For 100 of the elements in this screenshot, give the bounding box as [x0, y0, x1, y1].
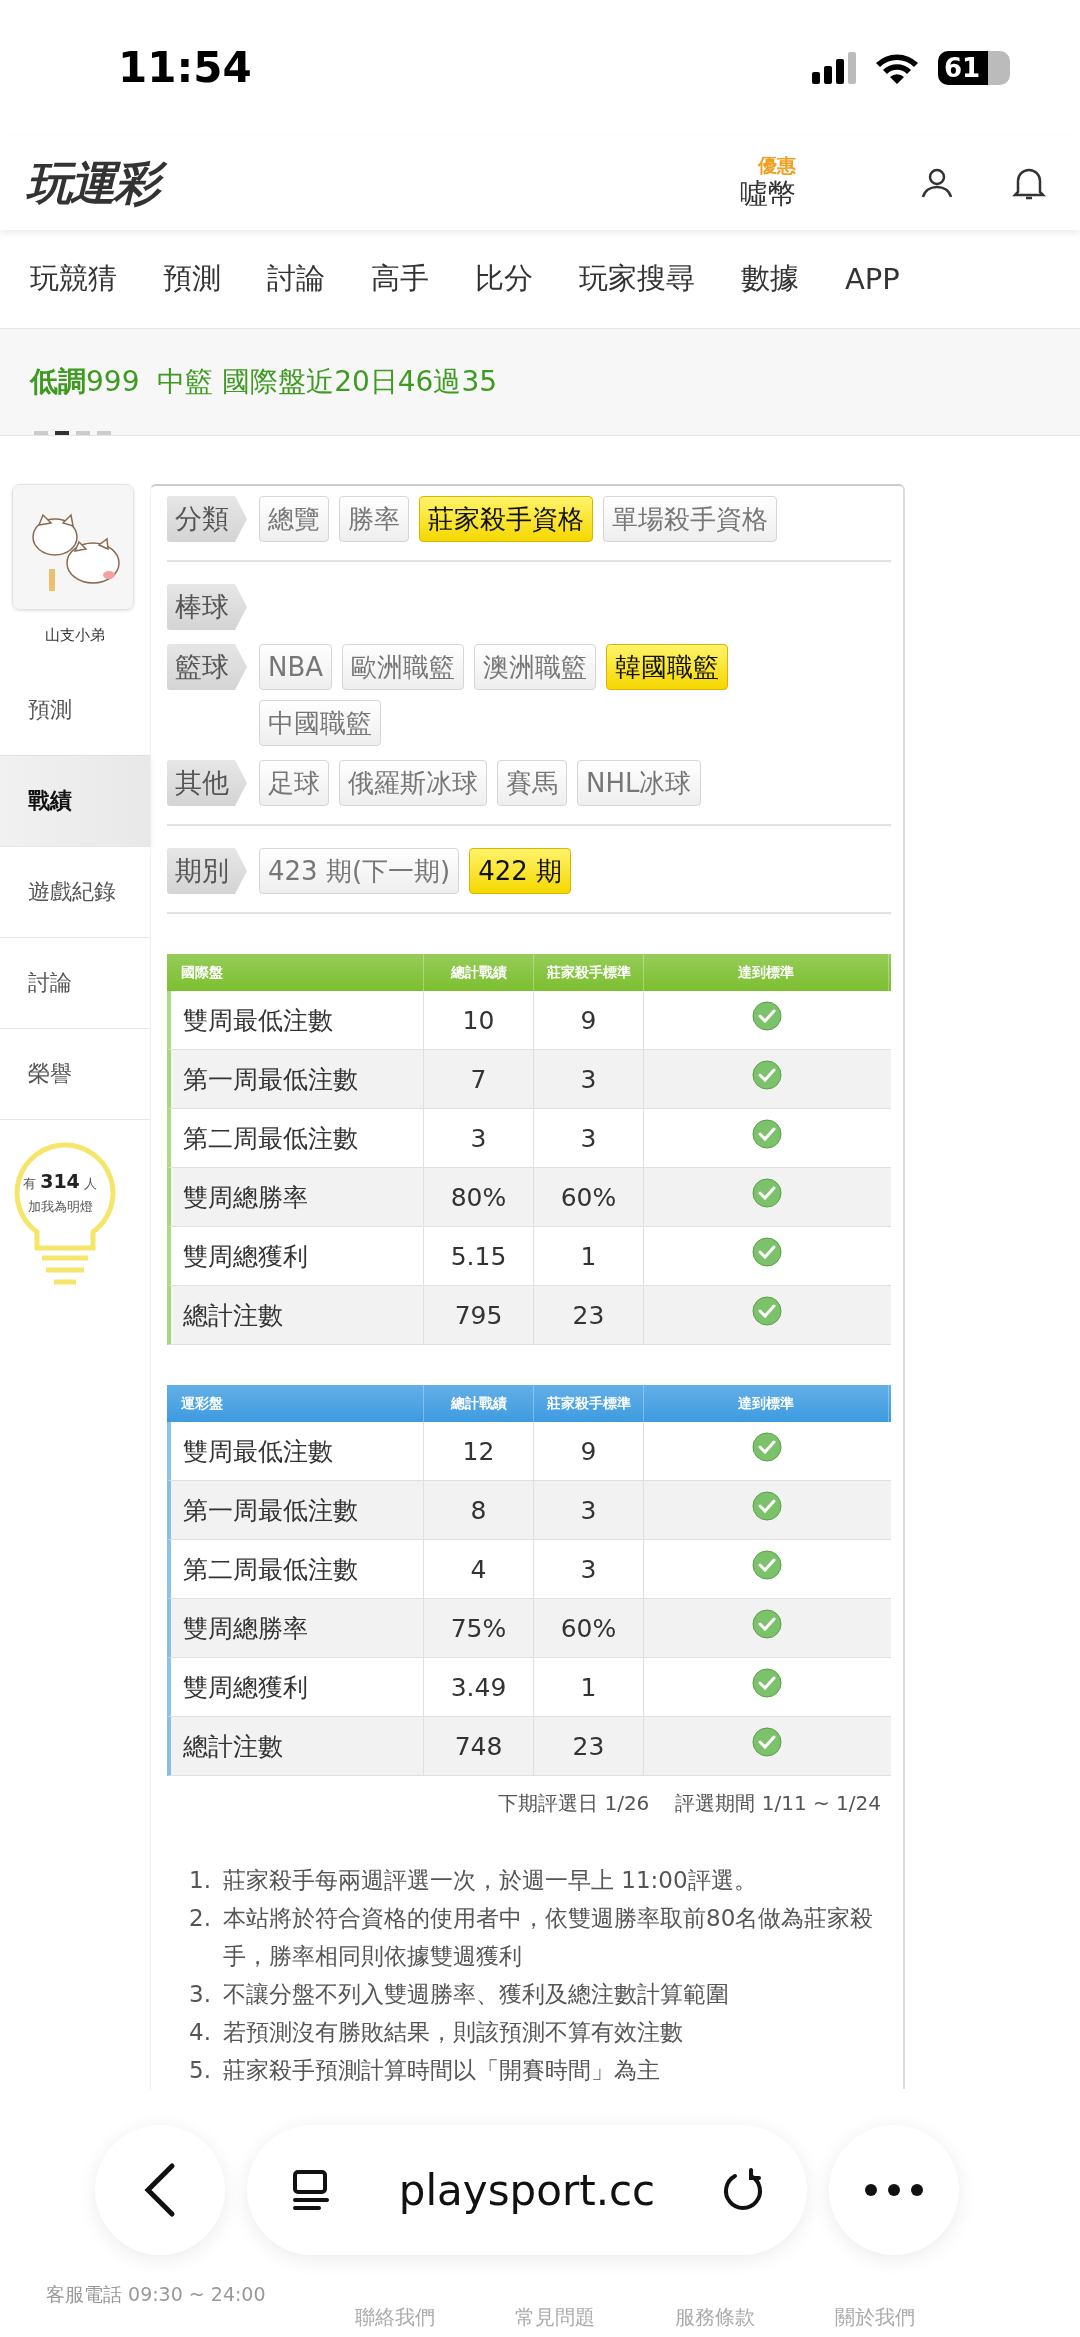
table-cell: 60%: [534, 1599, 644, 1657]
rule-number: 5.: [188, 2056, 211, 2085]
table-cell: 9: [534, 991, 644, 1049]
filter-chip[interactable]: 足球: [259, 760, 329, 806]
rule-text: 莊家殺手每兩週評選一次，於週一早上 11:00評選。: [223, 1866, 757, 1895]
table-cell: 第一周最低注數: [171, 1481, 424, 1539]
period-note: 評選期間 1/11 ~ 1/24: [675, 1790, 881, 1817]
reload-icon[interactable]: [721, 2168, 765, 2212]
filter-chip[interactable]: NBA: [259, 644, 333, 690]
nav-link[interactable]: 玩家搜尋: [579, 259, 695, 299]
filter-label: 棒球: [167, 584, 247, 630]
nav-link[interactable]: 數據: [741, 259, 799, 299]
url-text[interactable]: playsport.cc: [398, 2165, 656, 2215]
table-cell: 4: [424, 1540, 534, 1598]
username: 山支小弟: [44, 626, 106, 645]
filter-chip[interactable]: 422 期: [469, 848, 572, 894]
filter-chip[interactable]: 韓國職籃: [606, 644, 729, 690]
nav-link[interactable]: 玩競猜: [30, 259, 117, 299]
nav-link[interactable]: 討論: [267, 259, 325, 299]
rule-text: 本站將於符合資格的使用者中，依雙週勝率取前80名做為莊家殺手，勝率相同則依據雙週獲利: [223, 1904, 875, 1971]
filter-chip[interactable]: 賽馬: [497, 760, 567, 806]
nav-link[interactable]: 比分: [475, 259, 533, 299]
table-cell: 795: [424, 1286, 534, 1344]
filter-label: 期別: [167, 848, 247, 894]
table-cell: 總計注數: [171, 1717, 424, 1775]
rule-number: 4.: [188, 2018, 211, 2047]
check-icon: [751, 1727, 782, 1757]
rule-text: 若預測沒有勝敗結果，則該預測不算有效注數: [223, 2018, 683, 2047]
sidebar-tab[interactable]: 戰績: [0, 756, 150, 847]
table-cell: 雙周總勝率: [171, 1599, 424, 1657]
table-cell: 8: [424, 1481, 534, 1539]
filter-label: 其他: [167, 760, 247, 806]
table-cell: 748: [424, 1717, 534, 1775]
table-cell: 雙周總獲利: [171, 1227, 424, 1285]
nav-link[interactable]: APP: [845, 262, 900, 296]
address-bar[interactable]: playsport.cc: [247, 2125, 807, 2255]
table-cell: 1: [534, 1227, 644, 1285]
check-icon: [751, 1060, 782, 1090]
period-note: 下期評選日 1/26: [498, 1790, 650, 1817]
nav-link[interactable]: 預測: [163, 259, 221, 299]
table-cell: 第二周最低注數: [171, 1540, 424, 1598]
rule-number: 2.: [188, 1904, 211, 1933]
filter-chip[interactable]: 勝率: [339, 496, 409, 542]
table-cell: 80%: [424, 1168, 534, 1226]
signal-icon: [812, 51, 856, 84]
table-cell: 5.15: [424, 1227, 534, 1285]
check-icon: [751, 1296, 782, 1326]
filter-chip[interactable]: 單場殺手資格: [603, 496, 777, 542]
check-icon: [751, 1491, 782, 1521]
check-icon: [751, 1237, 782, 1267]
rule-number: 3.: [188, 1980, 211, 2009]
filter-chip[interactable]: 澳洲職籃: [474, 644, 597, 690]
filter-chip[interactable]: 俄羅斯冰球: [339, 760, 487, 806]
table-cell: 12: [424, 1422, 534, 1480]
nav-link[interactable]: 高手: [371, 259, 429, 299]
table-cell: 7: [424, 1050, 534, 1108]
rule-text: 莊家殺手預測計算時間以「開賽時間」為主: [223, 2056, 660, 2085]
table-cell: 23: [534, 1286, 644, 1344]
table-cell: 3: [534, 1109, 644, 1167]
table-cell: 3: [534, 1050, 644, 1108]
check-icon: [751, 1178, 782, 1208]
table-cell: 1: [534, 1658, 644, 1716]
filter-chip[interactable]: 423 期(下一期): [259, 848, 460, 894]
check-icon: [751, 1119, 782, 1149]
more-icon[interactable]: [864, 2183, 924, 2197]
table-cell: 3: [534, 1540, 644, 1598]
filter-chip[interactable]: 莊家殺手資格: [419, 496, 593, 542]
table-cell: 雙周總勝率: [171, 1168, 424, 1226]
filter-chip[interactable]: 歐洲職籃: [342, 644, 465, 690]
check-icon: [751, 1668, 782, 1698]
filter-chip[interactable]: 總覽: [259, 496, 329, 542]
fans-caption[interactable]: 加我為明燈: [10, 1198, 110, 1216]
check-icon: [751, 1432, 782, 1462]
table-cell: 雙周總獲利: [171, 1658, 424, 1716]
rule-number: 1.: [188, 1866, 211, 1895]
table-cell: 雙周最低注數: [171, 991, 424, 1049]
check-icon: [751, 1609, 782, 1639]
table-cell: 3: [424, 1109, 534, 1167]
filter-label: 籃球: [167, 644, 247, 690]
check-icon: [751, 1001, 782, 1031]
fans-count-text: 有 314 人: [22, 1170, 98, 1193]
filter-chip[interactable]: NHL冰球: [577, 760, 701, 806]
rule-text: 不讓分盤不列入雙週勝率、獲利及總注數計算範圍: [223, 1980, 729, 2009]
table-cell: 75%: [424, 1599, 534, 1657]
table-cell: 雙周最低注數: [171, 1422, 424, 1480]
check-icon: [751, 1550, 782, 1580]
service-hours: 客服電話 09:30 ~ 24:00: [46, 2282, 266, 2307]
table-cell: 9: [534, 1422, 644, 1480]
table-cell: 第二周最低注數: [171, 1109, 424, 1167]
table-cell: 10: [424, 991, 534, 1049]
table-cell: 60%: [534, 1168, 644, 1226]
table-cell: 3: [534, 1481, 644, 1539]
filter-chip[interactable]: 中國職籃: [259, 700, 381, 746]
table-cell: 3.49: [424, 1658, 534, 1716]
status-time: 11:54: [118, 43, 252, 92]
site-logo[interactable]: 玩運彩: [24, 150, 168, 215]
table-cell: 總計注數: [171, 1286, 424, 1344]
filter-label: 分類: [167, 496, 247, 542]
table-cell: 23: [534, 1717, 644, 1775]
table-cell: 第一周最低注數: [171, 1050, 424, 1108]
